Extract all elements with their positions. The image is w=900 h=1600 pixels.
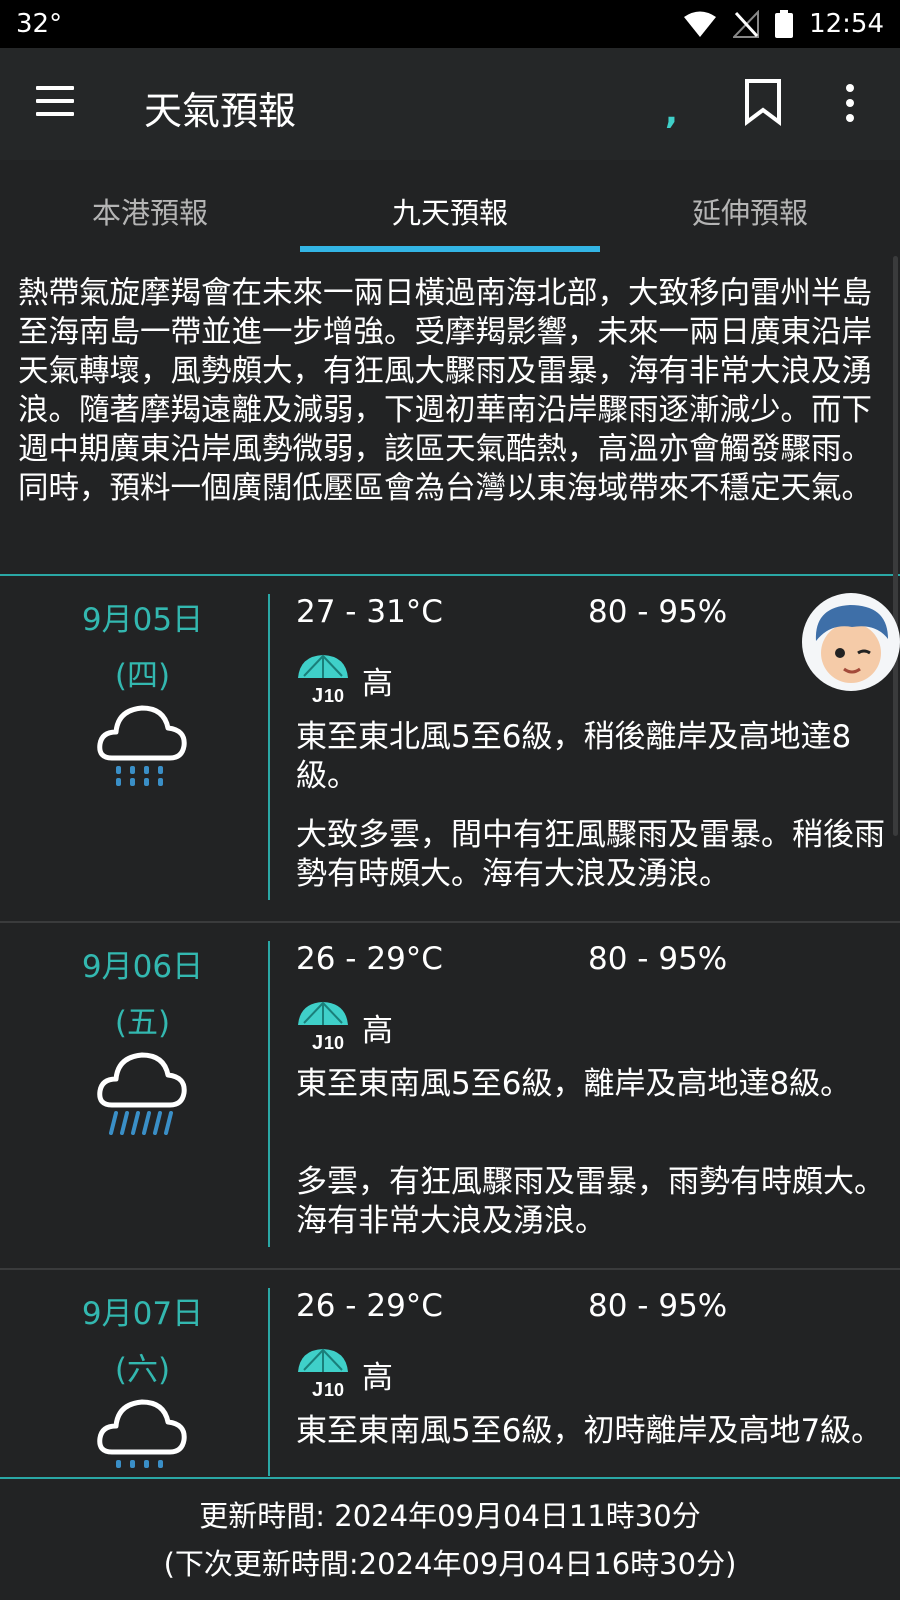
menu-icon (36, 86, 76, 116)
menu-button[interactable] (36, 86, 76, 122)
weather-description: 多雲，有狂風驟雨及雷暴，雨勢有時頗大。海有非常大浪及湧浪。 (296, 1164, 885, 1239)
svg-text:J: J (312, 685, 323, 704)
tab-extended-forecast[interactable]: 延伸預報 (600, 160, 900, 256)
tab-nine-day-forecast[interactable]: 九天預報 (300, 160, 600, 256)
last-updated-text: 更新時間: 2024年09月04日11時30分 (199, 1499, 701, 1533)
humidity-range: 80 - 95% (588, 594, 728, 630)
more-vert-icon (846, 84, 856, 122)
weather-description: 大致多雲，間中有狂風驟雨及雷暴。稍後雨勢有時頗大。海有大浪及湧浪。 (296, 817, 885, 892)
rain-probability-label: 高 (362, 1360, 393, 1396)
signal-icon (733, 10, 760, 38)
forecast-day: 9月07日 (六) 26 - 29°C 80 - 95% J 10 高 東至東南… (0, 1270, 900, 1476)
mascot-avatar[interactable] (802, 593, 900, 691)
temperature-range: 27 - 31°C (296, 594, 443, 630)
forecast-date: 9月07日 (81, 1296, 204, 1332)
update-footer: 更新時間: 2024年09月04日11時30分 (下次更新時間:2024年09月… (0, 1479, 900, 1600)
divider (268, 941, 270, 1247)
umbrella-psr-icon: J 10 (298, 654, 348, 704)
rain-cloud-icon (97, 1399, 187, 1468)
forecast-date: 9月06日 (81, 949, 204, 985)
forecast-day: 9月05日 (四) 27 - 31°C 80 - 95% J 10 高 東至東北… (0, 576, 900, 923)
status-temperature: 32° (16, 9, 63, 39)
temperature-range: 26 - 29°C (296, 941, 443, 977)
umbrella-psr-icon: J 10 (298, 1001, 348, 1051)
app-bar: 天氣預報 , (0, 48, 900, 160)
tab-local-forecast[interactable]: 本港預報 (0, 160, 300, 256)
umbrella-psr-icon: J 10 (298, 1348, 348, 1398)
status-icons: 12:54 (683, 9, 884, 39)
next-update-text: (下次更新時間:2024年09月04日16時30分) (163, 1547, 737, 1581)
forecast-weekday: (六) (114, 1352, 171, 1388)
temperature-range: 26 - 29°C (296, 1288, 443, 1324)
svg-text:10: 10 (324, 1380, 344, 1398)
heavy-rain-cloud-icon (97, 1052, 187, 1135)
divider (268, 594, 270, 900)
divider (268, 1288, 270, 1476)
battery-icon (775, 10, 794, 38)
status-bar: 32° 12:54 (0, 0, 900, 48)
svg-text:10: 10 (324, 686, 344, 704)
bookmark-icon (745, 79, 781, 126)
humidity-range: 80 - 95% (588, 1288, 728, 1324)
mascot-icon (815, 605, 888, 683)
rain-probability-label: 高 (362, 666, 393, 702)
forecast-list[interactable]: 9月05日 (四) 27 - 31°C 80 - 95% J 10 高 東至東北… (0, 576, 900, 1476)
forecast-weekday: (四) (114, 658, 171, 694)
forecast-day: 9月06日 (五) 26 - 29°C 80 - 95% J 10 高 東至東南… (0, 923, 900, 1270)
svg-text:J: J (312, 1379, 323, 1398)
forecast-date: 9月05日 (81, 602, 204, 638)
forecast-tabs: 本港預報 九天預報 延伸預報 (0, 160, 900, 256)
more-options-button[interactable] (846, 84, 856, 129)
bookmark-button[interactable] (744, 78, 782, 130)
wifi-icon (684, 11, 717, 37)
status-time: 12:54 (809, 9, 884, 39)
humidity-range: 80 - 95% (588, 941, 728, 977)
page-title: 天氣預報 (144, 89, 297, 133)
rain-probability-label: 高 (362, 1013, 393, 1049)
loading-spinner-icon: , (665, 92, 678, 132)
rain-cloud-icon (97, 705, 187, 786)
wind-description: 東至東南風5至6級，離岸及高地達8級。 (296, 1066, 852, 1102)
forecast-weekday: (五) (114, 1005, 171, 1041)
forecast-summary: 熱帶氣旋摩羯會在未來一兩日橫過南海北部，大致移向雷州半島至海南島一帶並進一步增強… (18, 276, 872, 506)
svg-text:J: J (312, 1032, 323, 1051)
svg-text:10: 10 (324, 1033, 344, 1051)
wind-description: 東至東南風5至6級，初時離岸及高地7級。 (296, 1413, 883, 1449)
wind-description: 東至東北風5至6級，稍後離岸及高地達8級。 (296, 719, 852, 794)
